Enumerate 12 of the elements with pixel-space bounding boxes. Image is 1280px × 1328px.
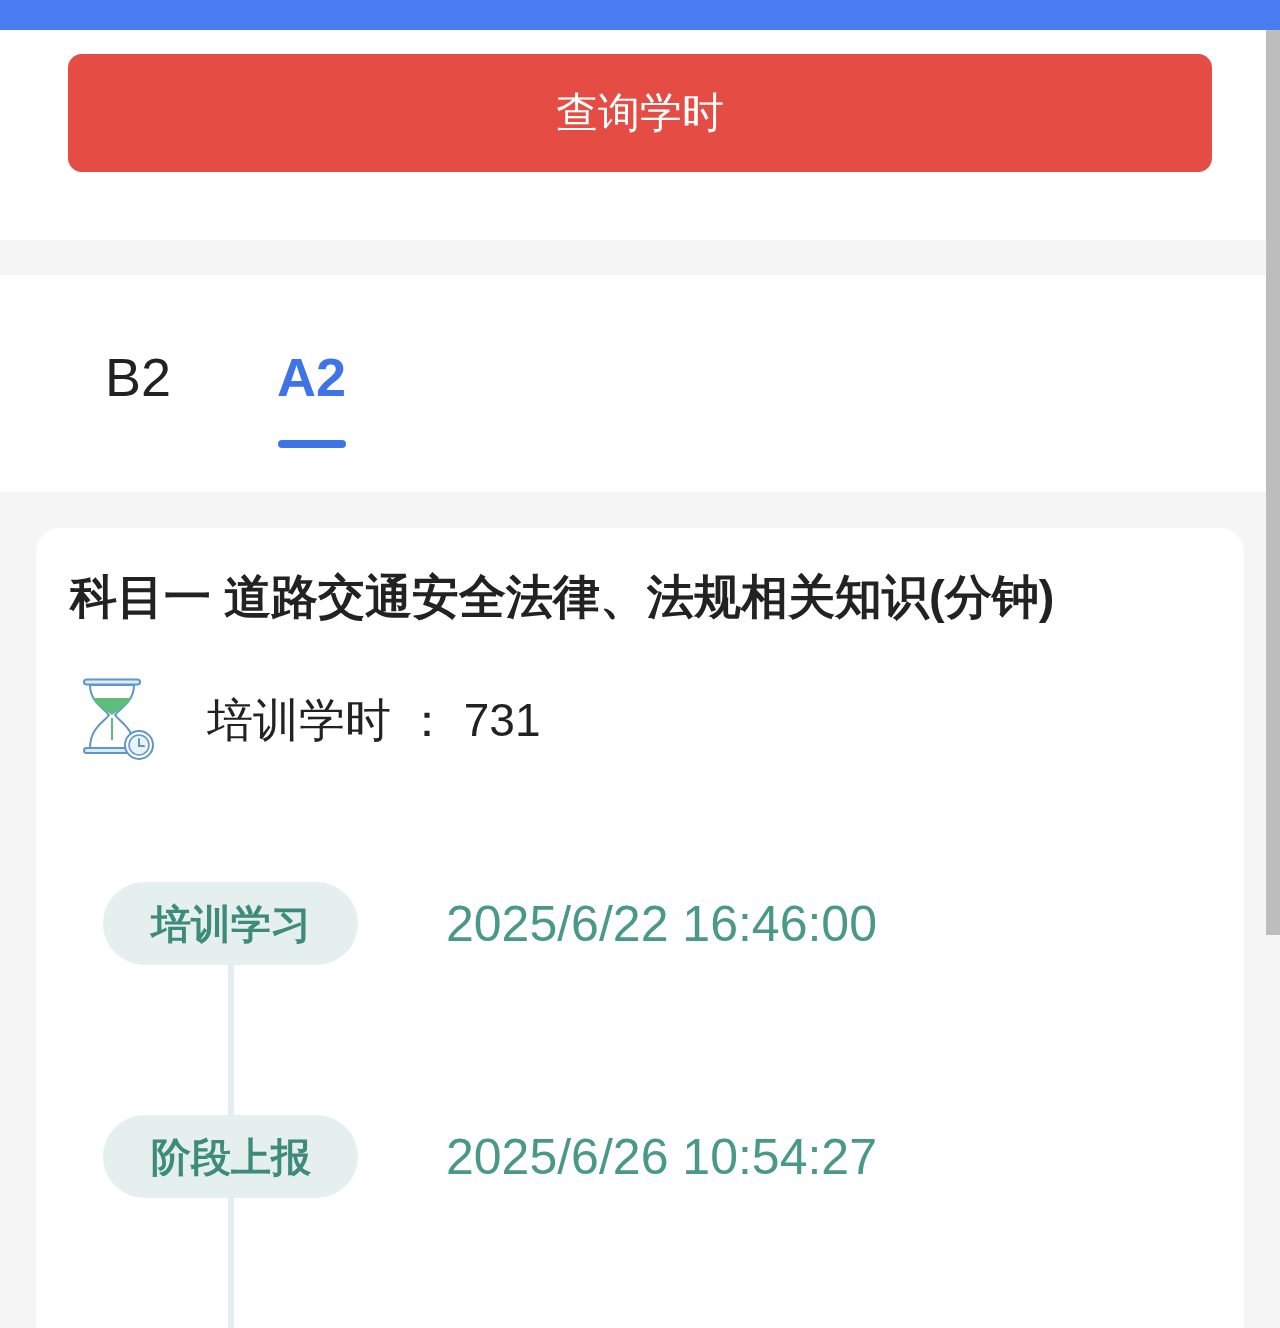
tab[interactable]: A2 <box>277 350 347 448</box>
stage-pill: 阶段上报 <box>103 1115 358 1198</box>
stage-time: 2025/6/22 16:46:00 <box>446 894 877 954</box>
course-title: 科目一 道路交通安全法律、法规相关知识(分钟) <box>70 569 1056 625</box>
query-hours-button[interactable]: 查询学时 <box>68 54 1212 172</box>
training-hours-value: 731 <box>463 693 541 748</box>
hourglass-icon <box>82 678 156 762</box>
scrollbar[interactable] <box>1266 30 1280 935</box>
training-hours-label: 培训学时 ： <box>207 693 450 748</box>
stage-pill: 培训学习 <box>103 882 358 965</box>
stage-time: 2025/6/26 10:54:27 <box>446 1127 877 1187</box>
tab[interactable]: B2 <box>104 350 172 448</box>
